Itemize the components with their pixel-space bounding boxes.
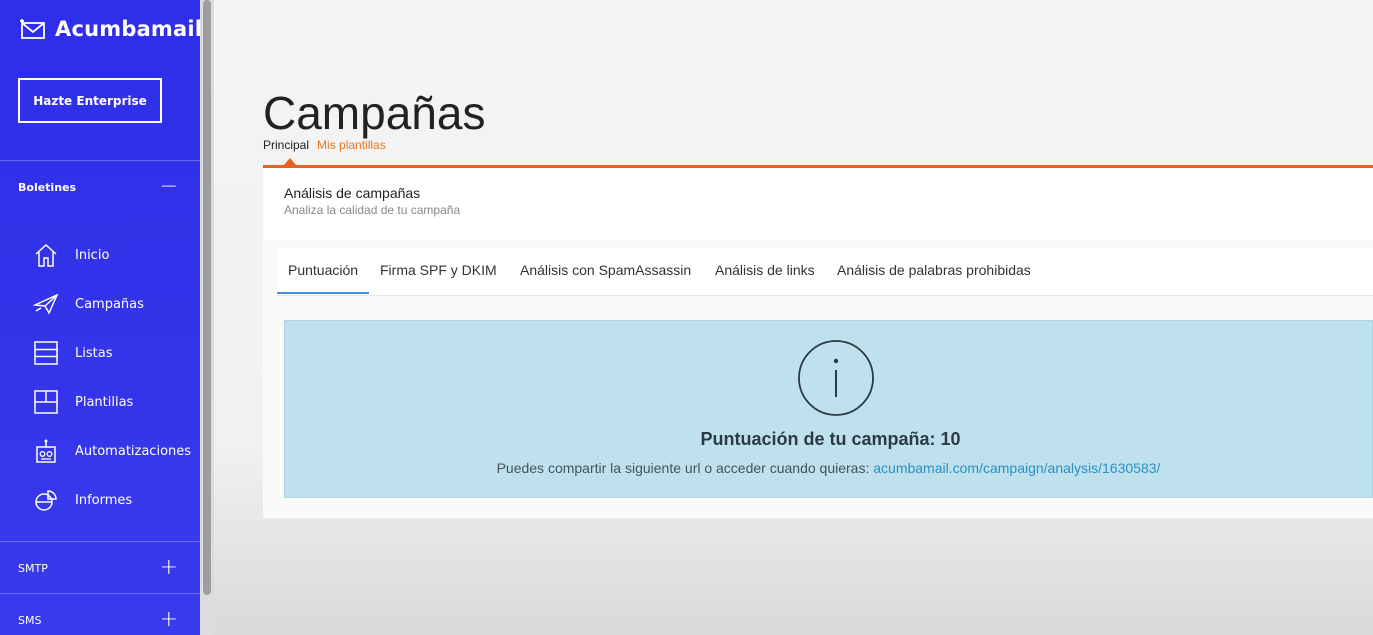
card-title: Análisis de campañas	[284, 185, 421, 201]
collapse-icon[interactable]: −	[160, 176, 178, 198]
section-label: SMTP	[18, 561, 48, 575]
sidebar-item-label: Campañas	[75, 296, 144, 312]
score-title: Puntuación de tu campaña: 10	[700, 429, 961, 449]
divider	[0, 541, 200, 542]
paper-plane-icon	[32, 290, 60, 318]
brand-logo[interactable]: Acumbamail	[19, 17, 202, 41]
tab-firma-spf-dkim[interactable]: Firma SPF y DKIM	[380, 262, 497, 278]
subnav-mis-plantillas[interactable]: Mis plantillas	[317, 138, 386, 152]
envelope-icon	[19, 18, 47, 40]
score-alert: Puntuación de tu campaña: 10 Puedes comp…	[284, 320, 1373, 498]
scrollbar-thumb[interactable]	[203, 0, 211, 595]
score-share-text: Puedes compartir la siguiente url o acce…	[285, 460, 1372, 476]
list-icon	[32, 339, 60, 367]
sidebar-item-automatizaciones[interactable]: Automatizaciones	[32, 437, 191, 465]
divider	[0, 160, 200, 161]
section-boletines[interactable]: Boletines −	[18, 176, 178, 198]
main-content: Campañas Principal Mis plantillas Anális…	[214, 0, 1373, 635]
sidebar: Acumbamail Hazte Enterprise Boletines − …	[0, 0, 202, 635]
section-smtp[interactable]: SMTP +	[18, 557, 178, 579]
analysis-link[interactable]: acumbamail.com/campaign/analysis/1630583…	[873, 460, 1160, 476]
tab-palabras-prohibidas[interactable]: Análisis de palabras prohibidas	[837, 262, 1031, 278]
info-icon	[797, 339, 875, 422]
sidebar-item-inicio[interactable]: Inicio	[32, 241, 109, 269]
share-text: Puedes compartir la siguiente url o acce…	[496, 460, 870, 476]
card-header: Análisis de campañas Analiza la calidad …	[263, 168, 1373, 240]
card-subtitle: Analiza la calidad de tu campaña	[284, 203, 461, 217]
brand-name: Acumbamail	[55, 17, 203, 41]
tab-spamassassin[interactable]: Análisis con SpamAssassin	[520, 262, 691, 278]
expand-icon[interactable]: +	[160, 557, 178, 579]
sidebar-item-plantillas[interactable]: Plantillas	[32, 388, 133, 416]
sidebar-item-listas[interactable]: Listas	[32, 339, 112, 367]
active-indicator	[284, 158, 296, 165]
divider	[0, 593, 200, 594]
enterprise-button[interactable]: Hazte Enterprise	[18, 78, 162, 123]
analysis-tabs: Puntuación Firma SPF y DKIM Análisis con…	[277, 248, 1373, 296]
sidebar-scrollbar[interactable]	[200, 0, 214, 635]
tab-puntuacion[interactable]: Puntuación	[288, 262, 358, 278]
subnav: Principal Mis plantillas	[263, 138, 386, 152]
active-tab-indicator	[277, 292, 369, 294]
robot-icon	[32, 437, 60, 465]
page-title: Campañas	[263, 87, 486, 139]
sidebar-item-label: Informes	[75, 492, 133, 508]
sidebar-item-label: Automatizaciones	[75, 443, 192, 459]
sidebar-item-label: Inicio	[75, 247, 110, 263]
sidebar-item-campanas[interactable]: Campañas	[32, 290, 144, 318]
section-label: SMS	[18, 613, 42, 627]
home-icon	[32, 241, 60, 269]
report-icon	[32, 486, 60, 514]
sidebar-item-informes[interactable]: Informes	[32, 486, 132, 514]
tab-analisis-links[interactable]: Análisis de links	[715, 262, 815, 278]
sidebar-item-label: Plantillas	[75, 394, 134, 410]
section-sms[interactable]: SMS +	[18, 609, 178, 631]
template-icon	[32, 388, 60, 416]
subnav-principal[interactable]: Principal	[263, 138, 309, 152]
expand-icon[interactable]: +	[160, 609, 178, 631]
sidebar-item-label: Listas	[75, 345, 113, 361]
section-label: Boletines	[18, 180, 77, 194]
analysis-card: Análisis de campañas Analiza la calidad …	[263, 168, 1373, 518]
